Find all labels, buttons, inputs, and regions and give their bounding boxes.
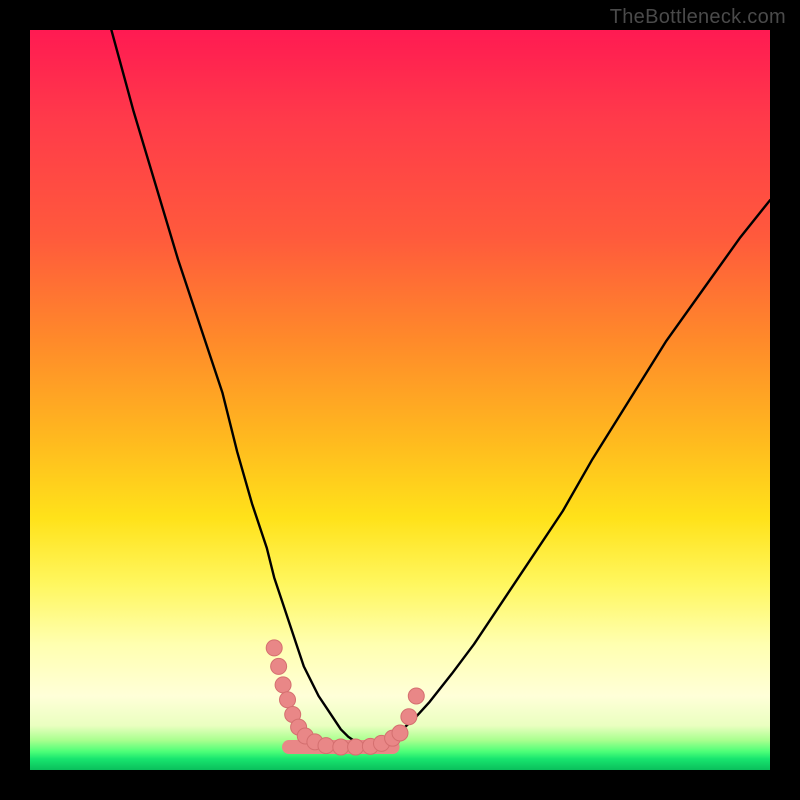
marker-point	[348, 739, 364, 755]
marker-point	[401, 709, 417, 725]
chart-svg	[30, 30, 770, 770]
marker-point	[266, 640, 282, 656]
plot-area	[30, 30, 770, 770]
curve-right-curve	[363, 200, 770, 745]
marker-point	[318, 738, 334, 754]
watermark-text: TheBottleneck.com	[610, 6, 786, 29]
marker-point	[392, 725, 408, 741]
marker-point	[333, 739, 349, 755]
chart-frame: TheBottleneck.com	[0, 0, 800, 800]
marker-point	[271, 658, 287, 674]
curve-left-curve	[111, 30, 363, 746]
marker-point	[408, 688, 424, 704]
marker-point	[280, 692, 296, 708]
marker-point	[275, 677, 291, 693]
